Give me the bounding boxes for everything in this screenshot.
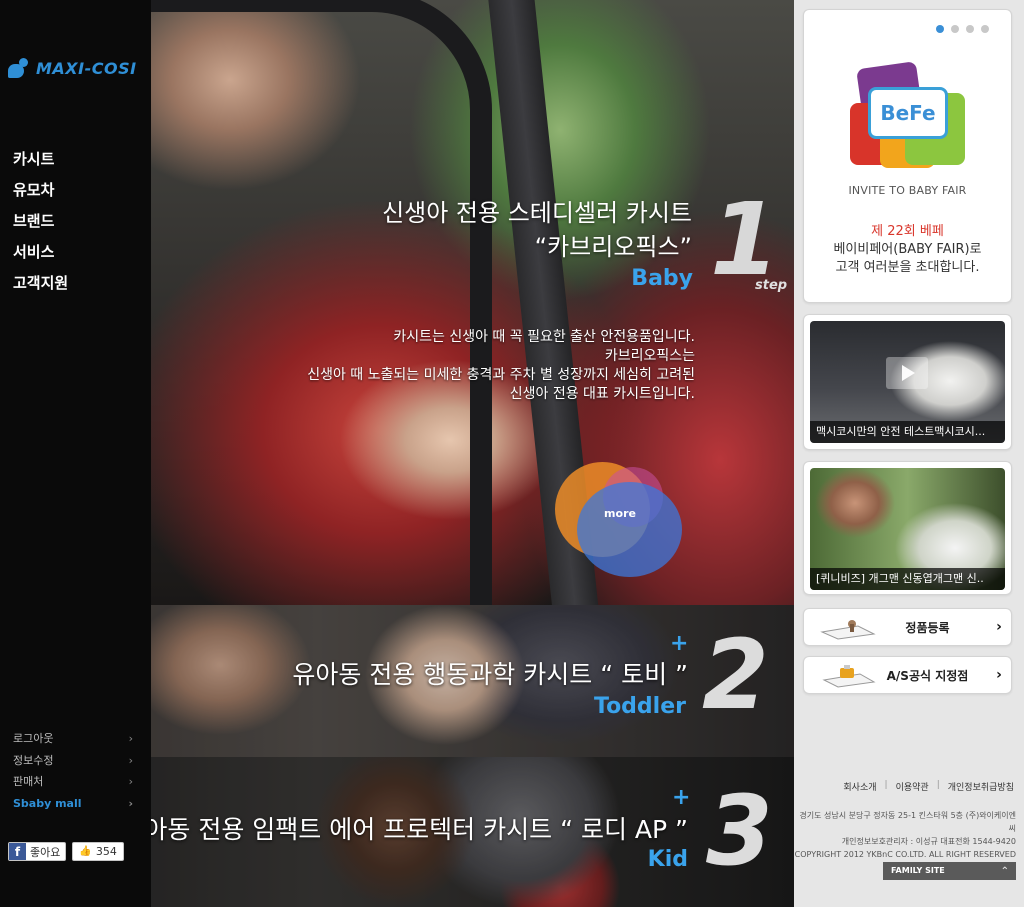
video-thumbnail: [퀴니비즈] 개그맨 신동엽개그맨 신.. [810, 468, 1005, 590]
as-service-center-button[interactable]: A/S공식 지정점 › [803, 656, 1012, 694]
step-category: Toddler [593, 694, 686, 719]
video-thumbnail: 맥시코시만의 안전 테스트맥시코시... [810, 321, 1005, 443]
plus-icon: + [670, 631, 689, 656]
family-site-select[interactable]: FAMILY SITE [883, 862, 1016, 881]
right-column: BeFe INVITE TO BABY FAIR 제 22회 베페 베이비페어(… [794, 0, 1024, 907]
nav-item-brand[interactable]: 브랜드 [13, 210, 68, 241]
banner-line: 고객 여러분을 초대합니다. [835, 260, 980, 275]
facebook-like-button[interactable]: f 좋아요 [8, 842, 67, 861]
chevron-right-icon: › [996, 667, 1002, 683]
carousel-indicator [936, 25, 989, 33]
step-number: 2 [702, 619, 769, 731]
product-registration-button[interactable]: 정품등록 › [803, 608, 1012, 646]
company-link[interactable]: 회사소개 [843, 780, 876, 793]
logo-icon [8, 58, 32, 78]
nav-item-support[interactable]: 고객지원 [13, 272, 68, 303]
step-title: 아동 전용 임팩트 에어 프로텍터 카시트 “ 로디 AP ” [144, 815, 688, 844]
nav-item-service[interactable]: 서비스 [13, 241, 68, 272]
nav-item-carseat[interactable]: 카시트 [13, 148, 68, 179]
company-info: 경기도 성남시 분당구 정자동 25-1 킨스타워 5층 (주)와이케이엔씨 개… [794, 811, 1016, 859]
chevron-right-icon: › [128, 753, 133, 767]
carousel-dot[interactable] [951, 25, 959, 33]
sidebar: MAXI-COSI 카시트 유모차 브랜드 서비스 고객지원 로그아웃 › 정보수… [0, 0, 151, 907]
banner-line: 제 22회 베페 [871, 224, 944, 239]
logout-link[interactable]: 로그아웃 › [13, 730, 133, 752]
chevron-right-icon: › [128, 796, 133, 810]
plus-icon: + [672, 785, 691, 810]
tools-icon [818, 662, 878, 688]
utility-nav: 로그아웃 › 정보수정 › 판매처 › Sbaby mall › [13, 730, 133, 816]
privacy-link[interactable]: 개인정보취급방침 [948, 780, 1014, 793]
carousel-dot[interactable] [936, 25, 944, 33]
more-button[interactable]: more [555, 462, 685, 577]
video-card[interactable]: [퀴니비즈] 개그맨 신동엽개그맨 신.. [803, 461, 1012, 595]
page: 신생아 전용 스테디셀러 카시트 “카브리오픽스” Baby 1 step 카시… [0, 0, 1024, 907]
thumbs-up-icon: 👍 [79, 846, 92, 857]
chevron-right-icon: › [128, 775, 133, 788]
video-caption: [퀴니비즈] 개그맨 신동엽개그맨 신.. [810, 568, 1005, 590]
terms-link[interactable]: 이용약관 [896, 780, 929, 793]
step-title: 유아동 전용 행동과학 카시트 “ 토비 ” [292, 660, 688, 689]
sbaby-mall-link[interactable]: Sbaby mall › [13, 795, 133, 817]
befe-logo: BeFe [850, 61, 968, 170]
play-icon[interactable] [886, 357, 928, 389]
banner-line: 베이비페어(BABY FAIR)로 [833, 242, 982, 257]
befe-banner[interactable]: BeFe INVITE TO BABY FAIR 제 22회 베페 베이비페어(… [803, 9, 1012, 303]
banner-subtitle: INVITE TO BABY FAIR [848, 184, 967, 197]
facebook-icon: f [9, 843, 26, 860]
hero-step-label: step [755, 278, 788, 293]
certificate-icon [818, 614, 878, 640]
carousel-dot[interactable] [981, 25, 989, 33]
step-number: 3 [706, 775, 773, 887]
chevron-right-icon: › [996, 619, 1002, 635]
carousel-dot[interactable] [966, 25, 974, 33]
hero-description: 카시트는 신생아 때 꼭 필요한 출산 안전용품입니다. 카브리오픽스는 신생아… [307, 329, 695, 402]
brand-logo[interactable]: MAXI-COSI [8, 58, 137, 78]
retailer-link[interactable]: 판매처 › [13, 773, 133, 795]
main-nav: 카시트 유모차 브랜드 서비스 고객지원 [13, 148, 68, 303]
nav-item-stroller[interactable]: 유모차 [13, 179, 68, 210]
more-button-label: more [604, 507, 636, 520]
edit-profile-link[interactable]: 정보수정 › [13, 752, 133, 774]
hero-category: Baby [631, 266, 693, 291]
step-category: Kid [647, 847, 688, 872]
chevron-right-icon: › [128, 732, 133, 745]
facebook-like-count: 👍 354 [72, 842, 124, 861]
footer-links: 회사소개 | 이용약관 | 개인정보취급방침 [843, 780, 1014, 793]
facebook-widget: f 좋아요 👍 354 [8, 842, 124, 861]
hero-title: 신생아 전용 스테디셀러 카시트 “카브리오픽스” [382, 199, 692, 261]
video-card[interactable]: 맥시코시만의 안전 테스트맥시코시... [803, 314, 1012, 450]
video-caption: 맥시코시만의 안전 테스트맥시코시... [810, 421, 1005, 443]
